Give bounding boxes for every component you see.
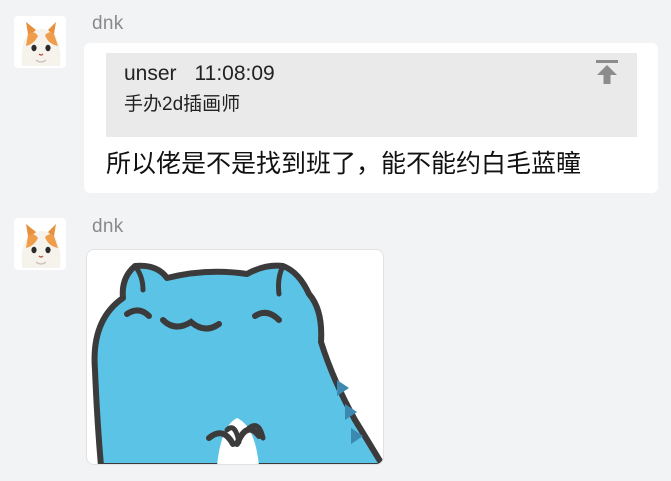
blue-dinosaur-sticker-icon [91,262,383,464]
quote-author: unser [124,62,177,85]
message-text: 所以佬是不是找到班了，能不能约白毛蓝瞳 [106,150,582,178]
quote-header: unser 11:08:09 [124,61,619,87]
quote-text: 手办2d插画师 [124,94,241,115]
avatar[interactable] [14,218,66,270]
quote-time: 11:08:09 [194,62,275,85]
message-bubble[interactable]: unser 11:08:09 手办2d插画师 所以佬是不是找到班了，能不能约白毛蓝… [84,43,658,193]
sticker-image[interactable] [86,249,384,465]
cat-avatar-icon [14,16,66,68]
avatar[interactable] [14,16,66,68]
jump-to-quote-icon[interactable] [595,59,619,85]
sender-name: dnk [92,13,124,34]
quoted-message[interactable]: unser 11:08:09 手办2d插画师 [106,53,637,137]
cat-avatar-icon [14,218,66,270]
sender-name: dnk [92,216,124,237]
